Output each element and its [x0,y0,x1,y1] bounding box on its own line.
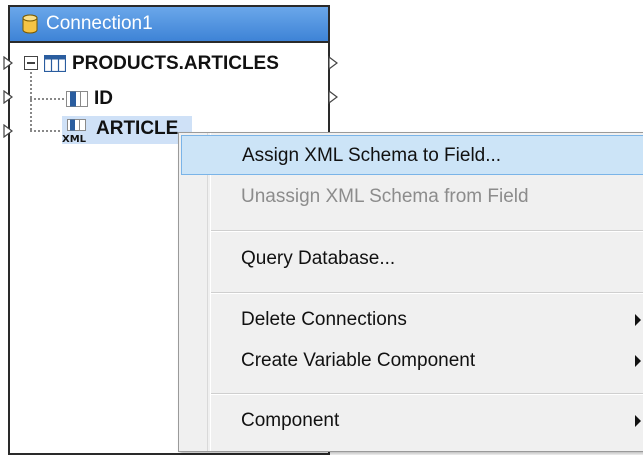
xml-badge: XML [62,134,87,145]
menu-item-label: Create Variable Component [241,350,476,371]
output-port-icon[interactable] [328,90,338,104]
submenu-arrow-icon [635,355,641,367]
output-port-icon[interactable] [328,56,338,70]
tree-connector [30,130,64,132]
menu-separator [211,292,643,294]
submenu-arrow-icon [635,415,641,427]
tree-row-products-articles[interactable]: PRODUCTS.ARTICLES [22,51,322,79]
menu-item-query-database[interactable]: Query Database... [181,239,643,279]
menu-item-delete-connections[interactable]: Delete Connections [181,300,643,340]
menu-item-label: Delete Connections [241,309,407,330]
menu-separator [211,393,643,395]
menu-item-component[interactable]: Component [181,401,643,441]
tree-row-label: ID [94,88,113,109]
menu-item-label: Assign XML Schema to Field... [242,145,502,166]
tree-row-id[interactable]: ID [64,86,264,114]
tree-row-label: PRODUCTS.ARTICLES [72,53,279,74]
menu-item-unassign-xml-schema: Unassign XML Schema from Field [181,177,643,217]
tree-row-label: ARTICLE [96,118,179,139]
input-port-icon[interactable] [3,124,13,138]
tree-row-article[interactable]: XML ARTICLE [62,116,192,145]
submenu-arrow-icon [635,314,641,326]
menu-item-label: Component [241,410,340,431]
menu-item-create-variable-component[interactable]: Create Variable Component [181,341,643,381]
input-port-icon[interactable] [3,56,13,70]
menu-item-label: Unassign XML Schema from Field [241,186,529,207]
component-header[interactable]: Connection1 [10,7,328,43]
column-icon [66,91,88,107]
context-menu: Assign XML Schema to Field... Unassign X… [178,132,643,452]
tree-connector [30,72,32,130]
menu-item-assign-xml-schema[interactable]: Assign XML Schema to Field... [181,135,643,175]
table-icon [44,55,66,72]
menu-separator [211,230,643,232]
collapse-icon[interactable] [24,56,38,70]
database-icon [22,14,38,34]
component-title: Connection1 [46,13,153,34]
input-port-icon[interactable] [3,90,13,104]
tree-connector [30,98,64,100]
menu-item-label: Query Database... [241,248,396,269]
